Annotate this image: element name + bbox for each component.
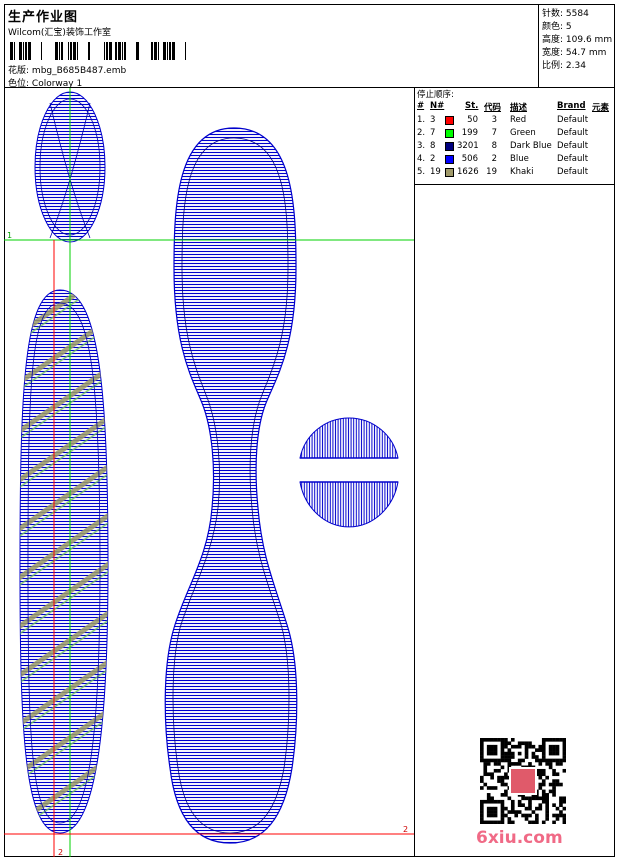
col-header-brand: Brand bbox=[557, 101, 586, 111]
row-brand: Default bbox=[557, 115, 589, 125]
row-index: 5. bbox=[417, 167, 426, 177]
stop-sequence-row: 1. 3 50 3 Red Default bbox=[415, 114, 615, 127]
color-swatch bbox=[445, 155, 454, 164]
company-name: Wilcom(汇宝)装饰工作室 bbox=[8, 28, 111, 38]
row-code: 8 bbox=[491, 141, 497, 151]
col-header-index: # bbox=[417, 101, 425, 111]
row-code: 3 bbox=[491, 115, 497, 125]
barcode bbox=[10, 42, 186, 60]
design-label: 花版: bbox=[8, 66, 30, 76]
stop-sequence-panel: 停止顺序: # N# St. 代码 描述 Brand 元素 1. 3 50 3 Red D… bbox=[415, 88, 615, 185]
row-needle: 3 bbox=[430, 115, 436, 125]
row-needle: 7 bbox=[430, 128, 436, 138]
row-brand: Default bbox=[557, 154, 589, 164]
col-header-stitches: St. bbox=[465, 101, 479, 111]
row-stitches: 50 bbox=[467, 115, 478, 125]
stop-sequence-row: 2. 7 199 7 Green Default bbox=[415, 127, 615, 140]
col-header-code: 代码 bbox=[484, 103, 502, 113]
embroidery-preview: 1 2 2 bbox=[4, 88, 414, 857]
row-index: 1. bbox=[417, 115, 426, 125]
stat-height: 高度: 109.6 mm bbox=[542, 35, 613, 45]
stat-width: 宽度: 54.7 mm bbox=[542, 48, 607, 58]
row-index: 2. bbox=[417, 128, 426, 138]
row-index: 4. bbox=[417, 154, 426, 164]
row-code: 2 bbox=[491, 154, 497, 164]
design-file: mbg_B685B487.emb bbox=[31, 66, 127, 76]
guide-label-2-bottom: 2 bbox=[58, 848, 63, 857]
sheet-title: 生产作业图 bbox=[8, 10, 79, 25]
stop-sequence-caption: 停止顺序: bbox=[417, 90, 454, 100]
dumbbell-motif bbox=[164, 127, 298, 844]
color-swatch bbox=[445, 129, 454, 138]
col-header-element: 元素 bbox=[592, 103, 610, 113]
guide-label-2-right: 2 bbox=[403, 825, 408, 834]
color-swatch bbox=[445, 168, 454, 177]
row-description: Dark Blue bbox=[510, 141, 552, 151]
col-header-description: 描述 bbox=[510, 103, 528, 113]
row-description: Blue bbox=[510, 154, 529, 164]
stop-sequence-row: 4. 2 506 2 Blue Default bbox=[415, 153, 615, 166]
row-description: Green bbox=[510, 128, 536, 138]
row-brand: Default bbox=[557, 128, 589, 138]
stat-stitches: 针数: 5584 bbox=[542, 9, 589, 19]
row-code: 7 bbox=[491, 128, 497, 138]
watermark-logo: 6xiu.com bbox=[476, 828, 563, 848]
half-circle-top bbox=[299, 417, 399, 459]
row-brand: Default bbox=[557, 141, 589, 151]
row-stitches: 506 bbox=[461, 154, 478, 164]
row-needle: 2 bbox=[430, 154, 436, 164]
left-column-motif bbox=[19, 289, 109, 834]
row-index: 3. bbox=[417, 141, 426, 151]
design-stats: 针数: 5584 颜色: 5 高度: 109.6 mm 宽度: 54.7 mm … bbox=[539, 4, 615, 88]
color-swatch bbox=[445, 142, 454, 151]
row-stitches: 3201 bbox=[457, 141, 479, 151]
qr-code bbox=[480, 738, 566, 824]
stop-sequence-row: 5. 19 1626 19 Khaki Default bbox=[415, 166, 615, 179]
row-needle: 8 bbox=[430, 141, 436, 151]
row-description: Red bbox=[510, 115, 527, 125]
col-header-number: N# bbox=[430, 101, 445, 111]
design-file-line: 花版: mbg_B685B487.emb bbox=[8, 63, 126, 76]
stat-colors: 颜色: 5 bbox=[542, 22, 572, 32]
row-stitches: 199 bbox=[461, 128, 478, 138]
row-code: 19 bbox=[486, 167, 497, 177]
header-info: 生产作业图 Wilcom(汇宝)装饰工作室 花版: mbg_B685B487.e… bbox=[4, 4, 539, 89]
row-stitches: 1626 bbox=[457, 167, 479, 177]
stop-sequence-row: 3. 8 3201 8 Dark Blue Default bbox=[415, 140, 615, 153]
row-brand: Default bbox=[557, 167, 589, 177]
stat-scale: 比例: 2.34 bbox=[542, 61, 586, 71]
row-description: Khaki bbox=[510, 167, 534, 177]
color-swatch bbox=[445, 116, 454, 125]
design-canvas: 1 2 2 bbox=[4, 88, 415, 857]
guide-label-1: 1 bbox=[7, 231, 12, 240]
half-circle-bottom bbox=[299, 481, 399, 528]
row-needle: 19 bbox=[430, 167, 441, 177]
